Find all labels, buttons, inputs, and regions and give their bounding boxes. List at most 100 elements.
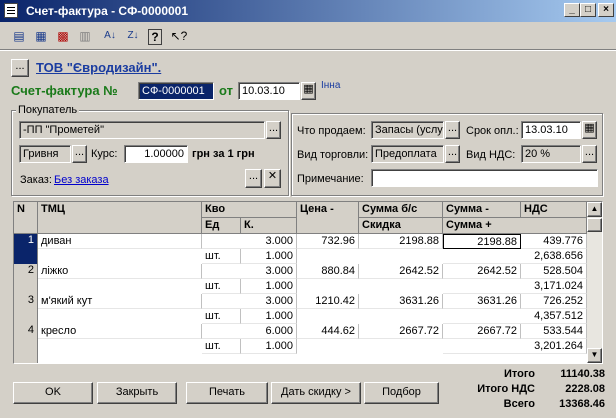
row-sum2[interactable]: 3631.26 — [443, 294, 521, 309]
doc-copy-icon[interactable]: ▥ — [76, 27, 94, 45]
doc-number-input[interactable]: СФ-0000001 — [138, 82, 214, 100]
row-price[interactable]: 880.84 — [297, 264, 359, 279]
row-k[interactable]: 1.000 — [241, 339, 297, 354]
print-button[interactable]: Печать — [186, 382, 268, 404]
col-header-unit[interactable]: Ед — [202, 218, 241, 234]
vat-type-label: Вид НДС: — [466, 149, 516, 161]
scroll-down-icon[interactable]: ▼ — [587, 348, 602, 363]
row-sum[interactable]: 2198.88 — [359, 234, 443, 249]
row-vat[interactable]: 439.776 — [521, 234, 587, 249]
row-k[interactable]: 1.000 — [241, 309, 297, 324]
doc-delete-icon[interactable]: ▩ — [54, 27, 72, 45]
row-unit[interactable]: шт. — [202, 309, 241, 324]
buyer-group-label: Покупатель — [16, 104, 80, 116]
row-unit[interactable]: шт. — [202, 339, 241, 354]
maximize-button[interactable]: □ — [580, 3, 596, 17]
row-sum2[interactable]: 2667.72 — [443, 324, 521, 339]
row-k[interactable]: 1.000 — [241, 249, 297, 264]
sell-field[interactable]: Запасы (услу — [371, 121, 444, 139]
row-unit[interactable]: шт. — [202, 279, 241, 294]
vat-type-select-button[interactable]: ... — [582, 145, 597, 163]
title-bar[interactable]: Счет-фактура - СФ-0000001 _ □ × — [0, 0, 616, 22]
rate-input[interactable]: 1.00000 — [124, 145, 188, 163]
row-number[interactable]: 1 — [14, 234, 38, 264]
calendar-icon[interactable]: ▦ — [301, 82, 316, 100]
col-header-sum2[interactable]: Сумма - — [443, 202, 521, 218]
row-total[interactable]: 4,357.512 — [443, 309, 587, 324]
buyer-select-button[interactable]: ... — [266, 121, 281, 139]
col-header-discount[interactable]: Скидка — [359, 218, 443, 234]
discount-button[interactable]: Дать скидку > — [271, 382, 361, 404]
term-calendar-icon[interactable]: ▦ — [582, 121, 597, 139]
currency-select-button[interactable]: ... — [72, 145, 87, 163]
row-number[interactable]: 4 — [14, 324, 38, 354]
row-unit[interactable]: шт. — [202, 249, 241, 264]
help-icon[interactable]: ? — [148, 29, 162, 45]
buyer-name-field[interactable]: -ПП "Прометей" — [19, 121, 265, 139]
row-price[interactable]: 1210.42 — [297, 294, 359, 309]
vat-type-field[interactable]: 20 % — [521, 145, 581, 163]
col-header-sum-plus[interactable]: Сумма + — [443, 218, 587, 234]
col-header-k[interactable]: К. — [241, 218, 297, 234]
sell-select-button[interactable]: ... — [445, 121, 460, 139]
row-qty[interactable]: 3.000 — [202, 264, 297, 279]
row-total[interactable]: 3,171.024 — [443, 279, 587, 294]
row-sum2[interactable]: 2642.52 — [443, 264, 521, 279]
order-link[interactable]: Без заказа — [54, 174, 109, 186]
row-number[interactable]: 2 — [14, 264, 38, 294]
minimize-button[interactable]: _ — [564, 3, 580, 17]
order-select-button[interactable]: ... — [245, 169, 262, 188]
row-qty[interactable]: 6.000 — [202, 324, 297, 339]
row-price[interactable]: 444.62 — [297, 324, 359, 339]
row-vat[interactable]: 533.544 — [521, 324, 587, 339]
sort-az-icon[interactable]: A↓ — [101, 27, 119, 45]
row-k[interactable]: 1.000 — [241, 279, 297, 294]
row-total[interactable]: 2,638.656 — [443, 249, 587, 264]
items-table[interactable]: N ТМЦ Кво Ед К. Цена - Сумма б/с Скидка … — [13, 201, 603, 364]
close-window-button[interactable]: × — [598, 3, 614, 17]
doc-new-icon[interactable]: ▤ — [10, 27, 28, 45]
rate-unit: грн за 1 грн — [192, 148, 255, 160]
currency-field[interactable]: Гривня — [19, 145, 71, 163]
ok-button[interactable]: OK — [13, 382, 93, 404]
row-total[interactable]: 3,201.264 — [443, 339, 587, 354]
col-header-n[interactable]: N — [14, 202, 38, 234]
term-input[interactable]: 13.03.10 — [521, 121, 581, 139]
context-help-icon[interactable]: ↖? — [170, 27, 188, 45]
close-button[interactable]: Закрыть — [97, 382, 177, 404]
term-label: Срок опл.: — [466, 125, 519, 137]
note-input[interactable] — [371, 169, 598, 187]
col-header-price[interactable]: Цена - — [297, 202, 359, 234]
doc-edit-icon[interactable]: ▦ — [32, 27, 50, 45]
row-item[interactable]: кресло — [38, 324, 202, 339]
row-vat[interactable]: 528.504 — [521, 264, 587, 279]
sell-label: Что продаем: — [297, 125, 366, 137]
org-select-button[interactable]: ... — [11, 59, 29, 77]
sort-za-icon[interactable]: Z↓ — [124, 27, 142, 45]
row-item[interactable]: диван — [38, 234, 202, 249]
scroll-up-icon[interactable]: ▲ — [587, 202, 602, 217]
select-button[interactable]: Подбор — [364, 382, 439, 404]
col-header-sum[interactable]: Сумма б/с — [359, 202, 443, 218]
row-item[interactable]: ліжко — [38, 264, 202, 279]
row-price[interactable]: 732.96 — [297, 234, 359, 249]
col-header-item[interactable]: ТМЦ — [38, 202, 202, 234]
row-sum[interactable]: 2642.52 — [359, 264, 443, 279]
date-input[interactable]: 10.03.10 — [238, 82, 300, 100]
row-sum2[interactable]: 2198.88 — [443, 234, 521, 249]
trade-field[interactable]: Предоплата — [371, 145, 444, 163]
trade-select-button[interactable]: ... — [445, 145, 460, 163]
row-sum[interactable]: 2667.72 — [359, 324, 443, 339]
scroll-thumb[interactable] — [587, 218, 602, 232]
col-header-qty[interactable]: Кво — [202, 202, 297, 218]
row-item[interactable]: м'який кут — [38, 294, 202, 309]
doc-number-label: Счет-фактура № — [11, 83, 118, 98]
row-vat[interactable]: 726.252 — [521, 294, 587, 309]
row-sum[interactable]: 3631.26 — [359, 294, 443, 309]
row-qty[interactable]: 3.000 — [202, 294, 297, 309]
order-clear-icon[interactable]: ✕ — [264, 169, 281, 188]
col-header-vat[interactable]: НДС — [521, 202, 587, 218]
row-number[interactable]: 3 — [14, 294, 38, 324]
row-qty[interactable]: 3.000 — [202, 234, 297, 249]
organization-link[interactable]: ТОВ "Євродизайн". — [36, 60, 161, 75]
